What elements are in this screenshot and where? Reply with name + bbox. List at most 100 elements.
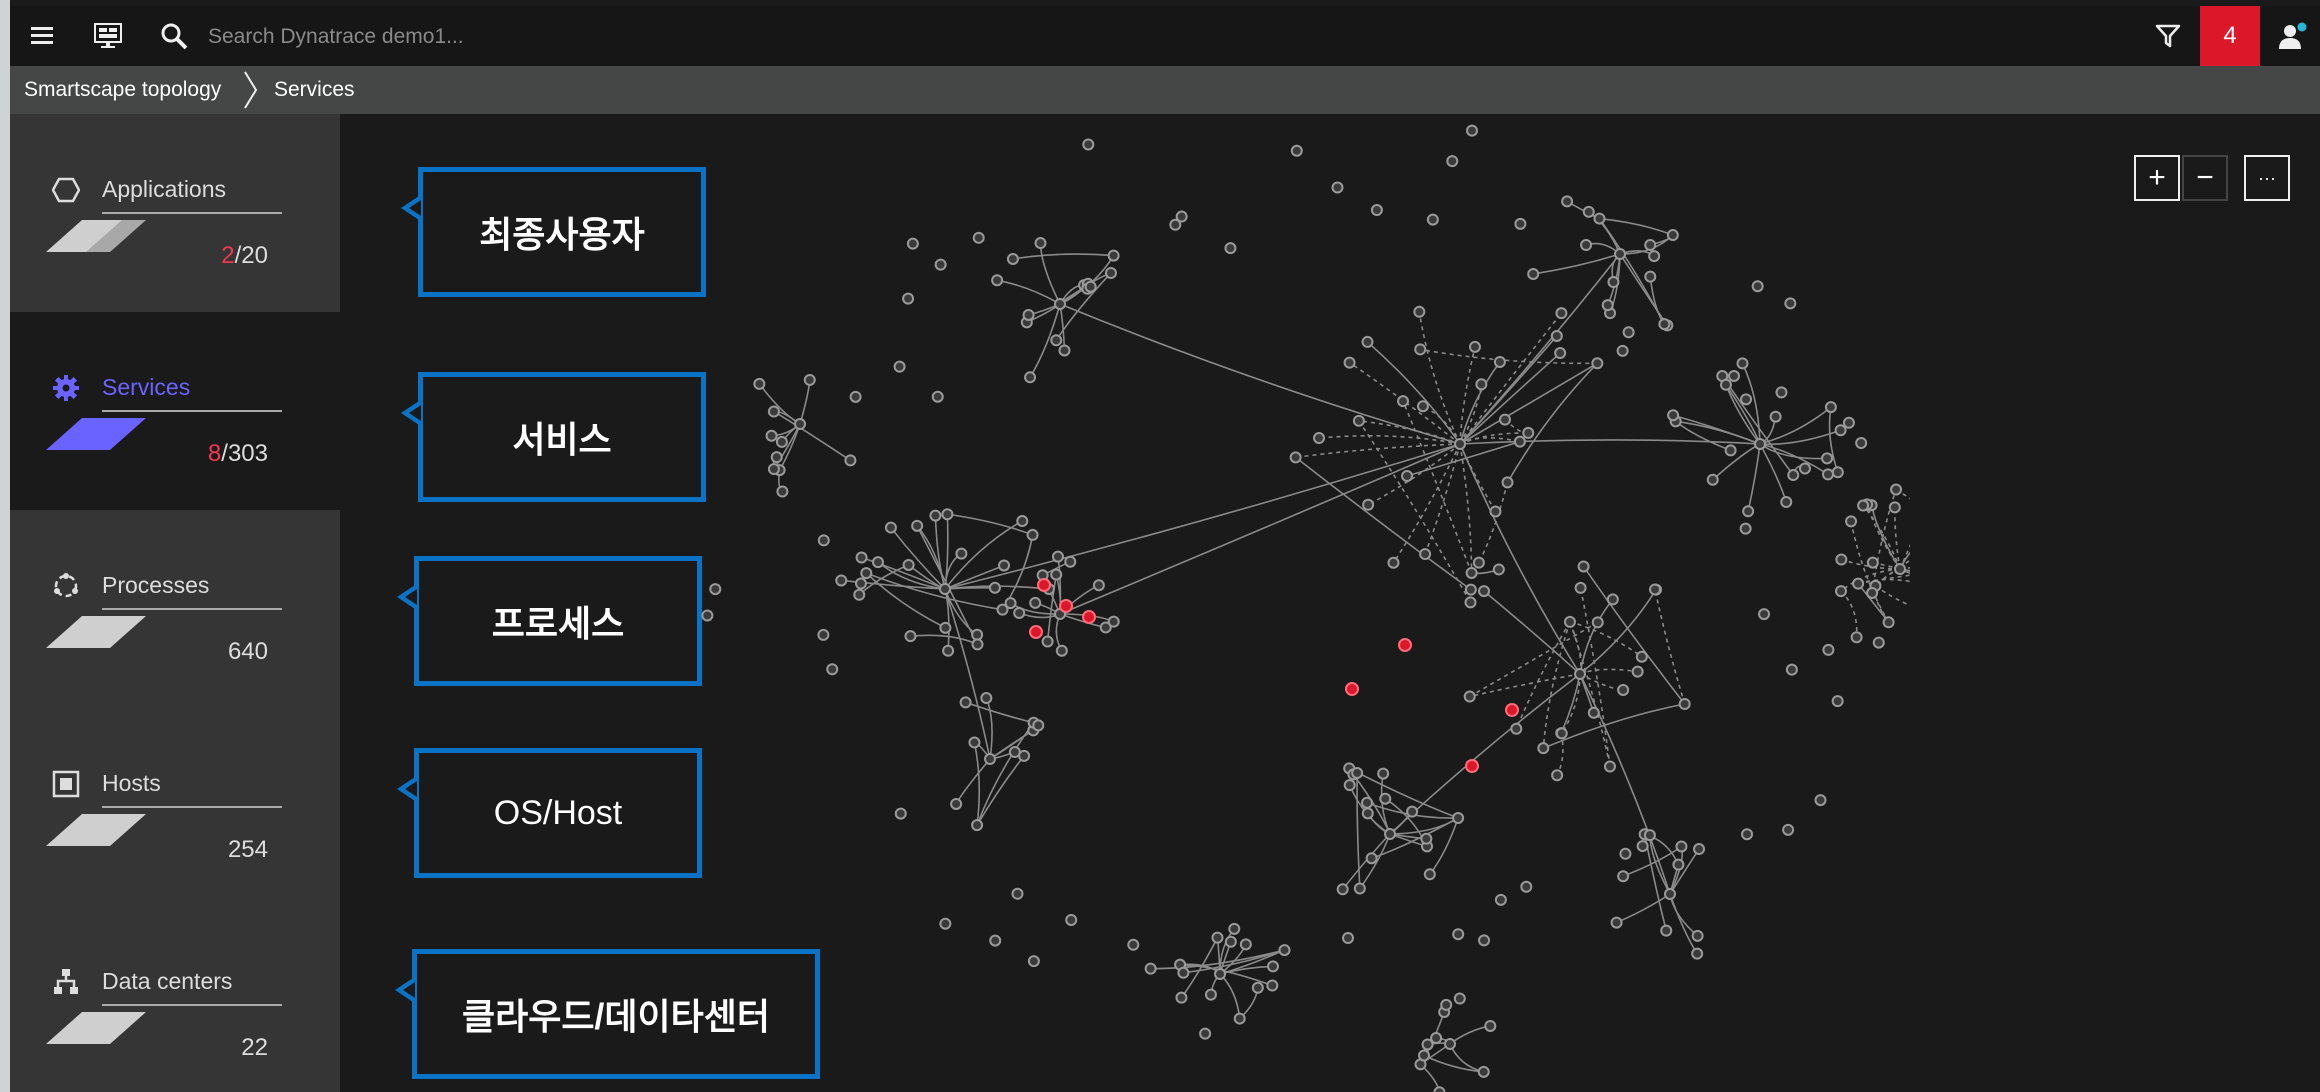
topology-node[interactable]: [971, 628, 984, 641]
topology-node[interactable]: [991, 274, 1004, 287]
topology-node[interactable]: [942, 644, 955, 657]
topology-node[interactable]: [1494, 893, 1507, 906]
topology-node[interactable]: [1475, 378, 1488, 391]
topology-node[interactable]: [1214, 968, 1226, 980]
topology-node[interactable]: [1616, 344, 1629, 357]
topology-node[interactable]: [1691, 947, 1704, 960]
topology-node[interactable]: [1857, 499, 1870, 512]
topology-node[interactable]: [1029, 596, 1042, 609]
topology-node[interactable]: [1342, 931, 1355, 944]
topology-node[interactable]: [1574, 668, 1586, 680]
topology-node[interactable]: [1055, 644, 1068, 657]
topology-node[interactable]: [1397, 395, 1410, 408]
topology-node[interactable]: [1591, 616, 1604, 629]
breadcrumb-services[interactable]: Services: [274, 66, 355, 114]
topology-node[interactable]: [988, 581, 1001, 594]
topology-node[interactable]: [955, 547, 968, 560]
topology-node[interactable]: [1740, 393, 1753, 406]
topology-node[interactable]: [1660, 924, 1673, 937]
topology-node[interactable]: [1022, 308, 1035, 321]
topology-node[interactable]: [1693, 843, 1706, 856]
topology-node[interactable]: [1591, 357, 1604, 370]
topology-node[interactable]: [1345, 682, 1359, 696]
topology-node[interactable]: [1406, 805, 1419, 818]
topology-node[interactable]: [1882, 616, 1895, 629]
topology-node[interactable]: [1672, 858, 1685, 871]
topology-node[interactable]: [1814, 794, 1827, 807]
topology-node[interactable]: [1852, 577, 1865, 590]
topology-node[interactable]: [1016, 515, 1029, 528]
topology-node[interactable]: [1563, 615, 1576, 628]
topology-node[interactable]: [971, 638, 984, 651]
topology-node[interactable]: [1464, 583, 1477, 596]
topology-node[interactable]: [1643, 829, 1656, 842]
problems-badge[interactable]: 4: [2200, 6, 2260, 66]
topology-node[interactable]: [1127, 938, 1140, 951]
topology-node[interactable]: [1831, 695, 1844, 708]
topology-node[interactable]: [1343, 779, 1356, 792]
topology-node[interactable]: [1505, 703, 1519, 717]
topology-node[interactable]: [1041, 635, 1054, 648]
topology-node[interactable]: [1370, 204, 1383, 217]
topology-node[interactable]: [1554, 347, 1567, 360]
topology-node[interactable]: [1514, 217, 1527, 230]
topology-node[interactable]: [1401, 470, 1414, 483]
topology-node[interactable]: [1648, 250, 1661, 263]
topology-node[interactable]: [1278, 944, 1291, 957]
topology-node[interactable]: [1465, 759, 1479, 773]
topology-node[interactable]: [1617, 870, 1630, 883]
topology-node[interactable]: [1361, 796, 1374, 809]
topology-node[interactable]: [1607, 276, 1620, 289]
topology-node[interactable]: [1444, 1038, 1456, 1050]
topology-node[interactable]: [1824, 401, 1837, 414]
sidebar-item-services[interactable]: Services 8/303: [10, 312, 340, 510]
topology-node[interactable]: [931, 390, 944, 403]
topology-node[interactable]: [1446, 155, 1459, 168]
topology-node[interactable]: [1004, 597, 1017, 610]
topology-node[interactable]: [1522, 426, 1535, 439]
topology-node[interactable]: [911, 519, 924, 532]
topology-node[interactable]: [1787, 469, 1800, 482]
topology-node[interactable]: [1845, 515, 1858, 528]
topology-node[interactable]: [1782, 823, 1795, 836]
topology-node[interactable]: [941, 508, 954, 521]
topology-node[interactable]: [1361, 335, 1374, 348]
topology-node[interactable]: [1724, 444, 1737, 457]
topology-node[interactable]: [860, 567, 873, 580]
breadcrumb-smartscape[interactable]: Smartscape topology: [24, 66, 221, 114]
topology-node[interactable]: [1107, 249, 1120, 262]
topology-node[interactable]: [1894, 563, 1906, 575]
topology-node[interactable]: [1727, 369, 1740, 382]
topology-node[interactable]: [1498, 413, 1511, 426]
topology-node[interactable]: [844, 454, 857, 467]
topology-node[interactable]: [1635, 650, 1648, 663]
topology-node[interactable]: [1224, 242, 1237, 255]
menu-icon[interactable]: [22, 16, 62, 56]
topology-node[interactable]: [1834, 585, 1847, 598]
topology-node[interactable]: [753, 377, 766, 390]
topology-node[interactable]: [1821, 452, 1834, 465]
topology-node[interactable]: [1888, 501, 1901, 514]
topology-node[interactable]: [984, 753, 996, 765]
topology-node[interactable]: [1267, 960, 1280, 973]
topology-node[interactable]: [1855, 437, 1868, 450]
topology-node[interactable]: [1831, 466, 1844, 479]
topology-node[interactable]: [971, 819, 984, 832]
topology-node[interactable]: [1463, 690, 1476, 703]
topology-node[interactable]: [1477, 1065, 1490, 1078]
topology-node[interactable]: [1866, 556, 1879, 569]
topology-node[interactable]: [1739, 522, 1752, 535]
topology-node[interactable]: [929, 509, 942, 522]
topology-node[interactable]: [1834, 424, 1847, 437]
topology-node[interactable]: [1561, 195, 1574, 208]
topology-node[interactable]: [1798, 462, 1811, 475]
topology-node[interactable]: [1758, 608, 1771, 621]
topology-node[interactable]: [906, 237, 919, 250]
topology-node[interactable]: [894, 807, 907, 820]
topology-node[interactable]: [1169, 218, 1182, 231]
topology-node[interactable]: [1377, 767, 1390, 780]
topology-node[interactable]: [1082, 610, 1096, 624]
topology-node[interactable]: [1387, 556, 1400, 569]
topology-node[interactable]: [1290, 144, 1303, 157]
sidebar-item-hosts[interactable]: Hosts 254: [10, 708, 340, 906]
